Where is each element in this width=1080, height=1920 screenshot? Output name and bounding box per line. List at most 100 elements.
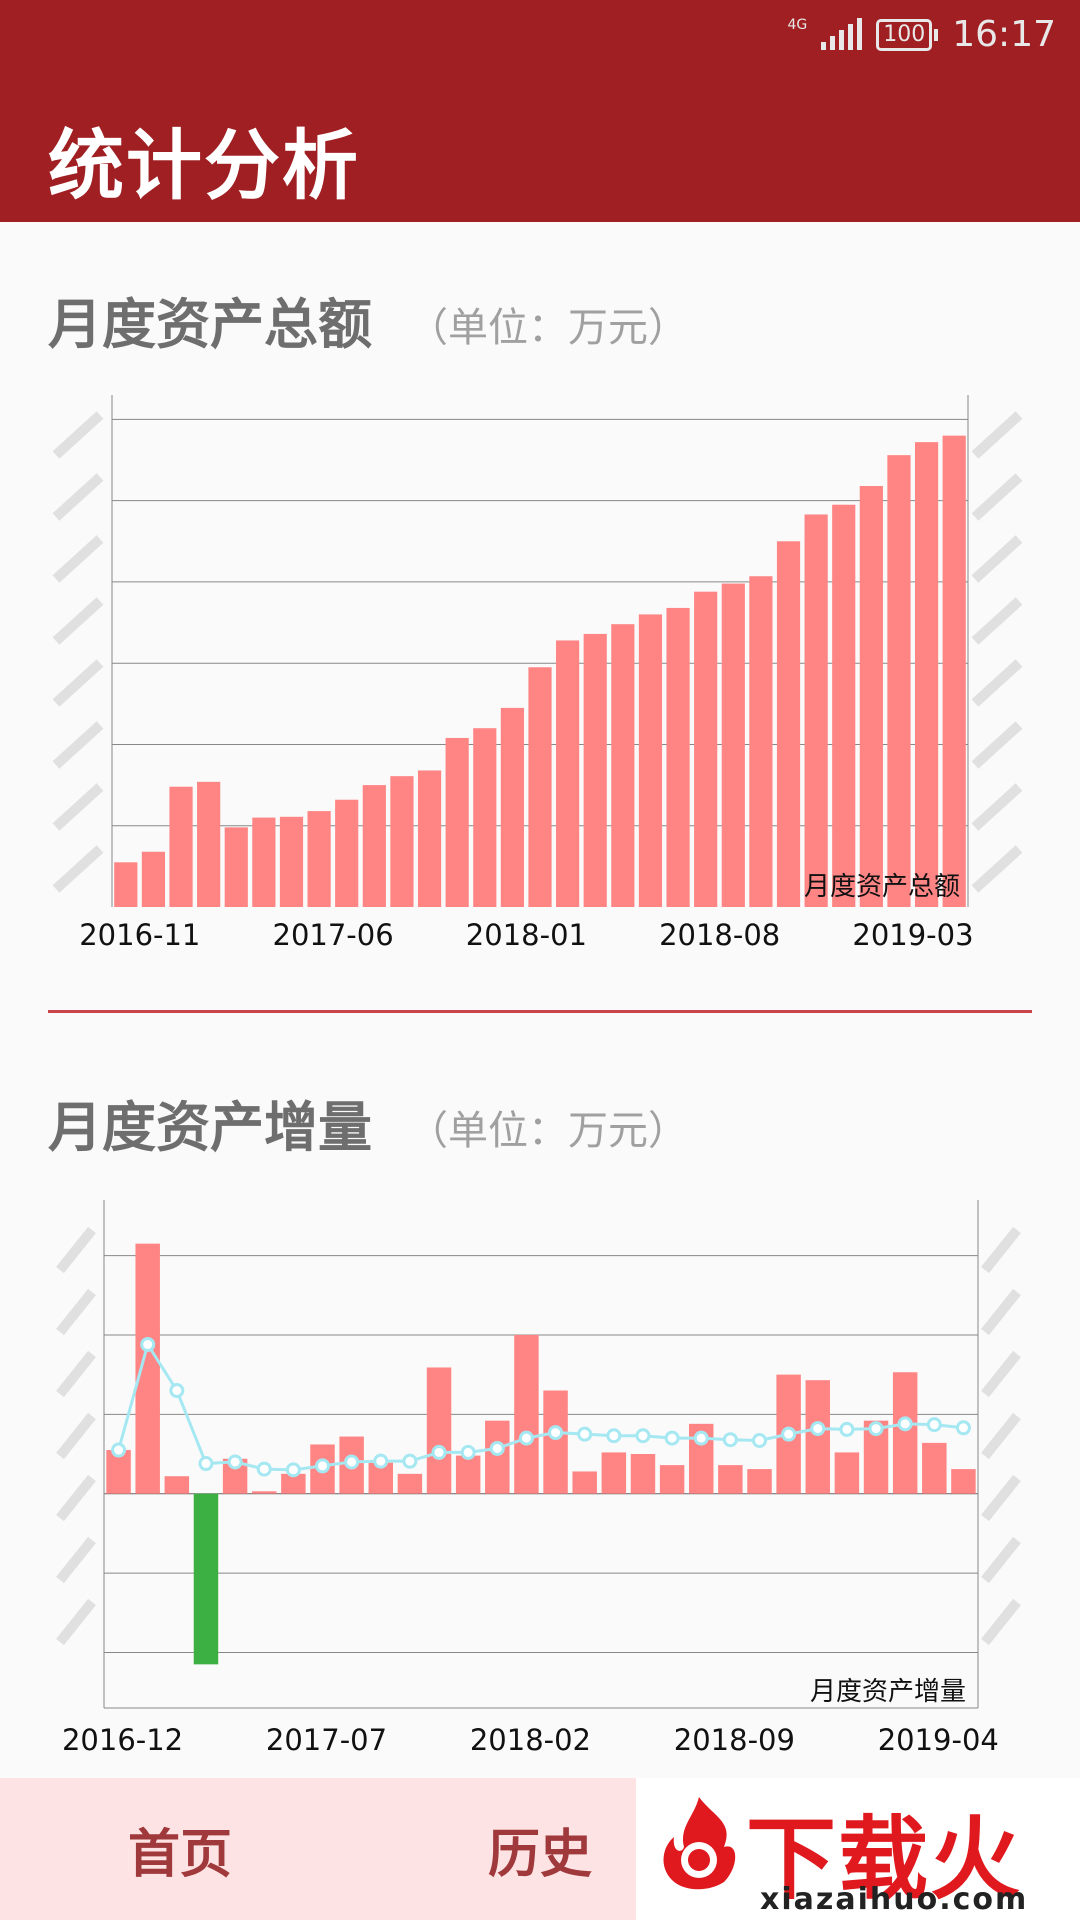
scroll-hint: [52, 473, 104, 521]
bar: [611, 624, 635, 907]
trend-point: [577, 1426, 593, 1442]
status-bar: 4G 100 16:17: [787, 14, 1056, 55]
bar: [251, 1491, 277, 1494]
bar: [141, 851, 166, 907]
trend-point: [752, 1433, 767, 1449]
bar: [473, 728, 497, 907]
trend-point: [489, 1440, 505, 1456]
trend-point: [722, 1432, 738, 1448]
trend-point: [285, 1462, 301, 1478]
x-tick-label: 2017-07: [266, 1723, 387, 1757]
scroll-hint: [52, 535, 104, 583]
scroll-hint: [971, 535, 1023, 583]
scroll-hint: [56, 1598, 96, 1646]
scroll-hint: [971, 659, 1023, 707]
bar: [776, 541, 801, 907]
trend-point: [111, 1442, 127, 1458]
bar: [426, 1367, 452, 1494]
scroll-hint: [52, 783, 104, 831]
signal-icon: [821, 17, 863, 50]
bar: [951, 1469, 976, 1494]
trend-point: [635, 1428, 651, 1444]
bar: [805, 1380, 831, 1494]
x-tick-label: 2018-09: [674, 1723, 795, 1757]
scroll-hint: [52, 411, 104, 459]
scroll-hint: [981, 1288, 1021, 1336]
bar: [397, 1473, 423, 1494]
bar: [362, 785, 386, 907]
section-title-increment: 月度资产增量: [48, 1096, 372, 1159]
scroll-hint: [981, 1226, 1021, 1274]
scroll-hint: [56, 1412, 96, 1460]
scroll-hint: [981, 1598, 1021, 1646]
trend-point: [198, 1456, 214, 1472]
bar: [887, 455, 911, 907]
bar: [834, 1452, 860, 1494]
section-title-total: 月度资产总额: [48, 293, 372, 356]
bar: [417, 770, 442, 907]
scroll-hint: [971, 473, 1023, 521]
bar: [514, 1334, 539, 1494]
trend-point: [693, 1430, 709, 1446]
bar: [583, 633, 607, 907]
trend-line: [117, 1340, 964, 1472]
trend-point: [781, 1426, 797, 1442]
scroll-hint: [981, 1412, 1021, 1460]
tab-home[interactable]: 首页: [128, 1812, 232, 1887]
trend-point: [664, 1430, 680, 1446]
bar: [164, 1476, 190, 1494]
legend-label: 月度资产增量: [810, 1677, 966, 1707]
bar: [721, 583, 745, 907]
x-tick-label: 2016-12: [62, 1723, 183, 1757]
bar: [543, 1390, 568, 1494]
scroll-hint: [971, 597, 1023, 645]
trend-point: [548, 1425, 564, 1441]
trend-point: [431, 1444, 447, 1460]
bar: [859, 486, 883, 907]
trend-point: [955, 1420, 971, 1436]
trend-point: [926, 1417, 942, 1433]
bar: [528, 667, 552, 907]
trend-point: [169, 1383, 185, 1398]
bar: [455, 1455, 481, 1494]
bar: [892, 1372, 918, 1494]
page-title: 统计分析: [48, 121, 360, 210]
scroll-hint: [56, 1474, 96, 1522]
tab-history[interactable]: 历史: [488, 1812, 592, 1887]
scroll-hint: [56, 1288, 96, 1336]
bar: [445, 737, 469, 907]
trend-point: [227, 1454, 243, 1470]
chart-total-assets: 月度资产总额 2016-11 2017-06 2018-01 2018-08 2019-0…: [0, 385, 1080, 960]
bar: [914, 442, 939, 907]
scroll-hint: [981, 1350, 1021, 1398]
trend-point: [402, 1453, 418, 1469]
bar: [556, 640, 580, 907]
bar: [135, 1243, 160, 1494]
battery-icon: 100: [876, 18, 939, 51]
bar: [500, 707, 524, 907]
scroll-hint: [971, 845, 1023, 893]
bar: [279, 816, 304, 907]
trend-point: [460, 1444, 476, 1460]
bar: [747, 1469, 772, 1494]
trend-point: [256, 1461, 272, 1477]
trend-point: [868, 1421, 884, 1437]
chart-monthly-increment: 月度资产增量 2016-12 2017-07 2018-02 2018-09 2019-0…: [0, 1190, 1080, 1760]
scroll-hint: [56, 1226, 96, 1274]
trend-point: [897, 1416, 913, 1432]
bar: [252, 817, 276, 907]
battery-level: 100: [876, 18, 933, 51]
clock: 16:17: [952, 14, 1056, 55]
trend-point: [606, 1428, 622, 1444]
bar: [804, 514, 828, 907]
scroll-hint: [52, 597, 104, 645]
scroll-hint: [52, 659, 104, 707]
x-tick-label: 2016-11: [79, 918, 200, 952]
scroll-hint: [971, 411, 1023, 459]
app-header: 4G 100 16:17 统计分析: [0, 0, 1080, 222]
x-tick-label: 2019-04: [878, 1723, 999, 1757]
bar: [942, 435, 966, 907]
bar: [114, 862, 138, 907]
scroll-hint: [981, 1536, 1021, 1584]
section-unit-total: （单位：万元）: [408, 305, 688, 351]
